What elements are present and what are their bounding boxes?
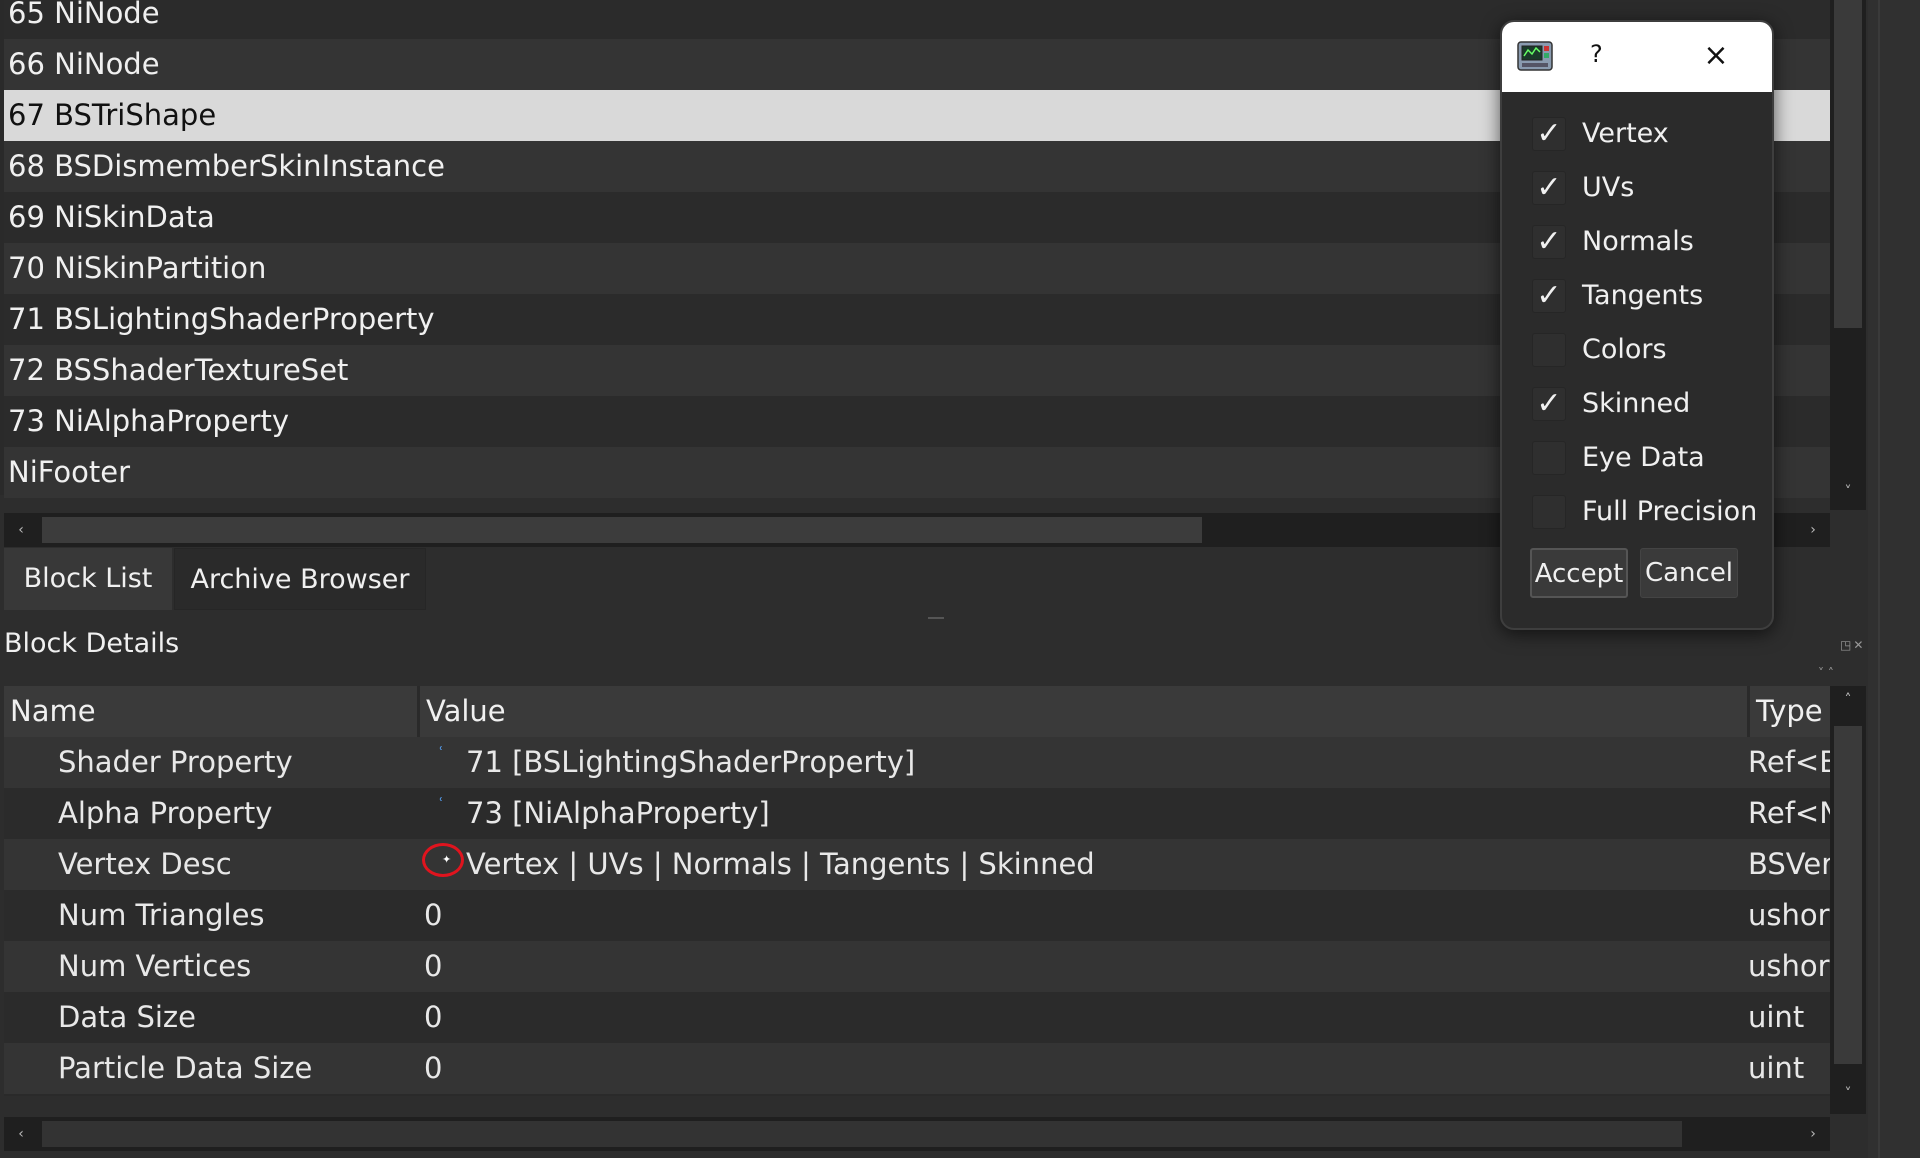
field-name: Particle Data Size: [58, 1051, 313, 1085]
field-name: Num Triangles: [58, 898, 265, 932]
field-type: ushort: [1748, 949, 1830, 983]
field-value[interactable]: 0: [424, 1043, 442, 1094]
option-label: Vertex: [1582, 118, 1669, 149]
details-vertical-scrollbar[interactable]: ˄ ˅: [1830, 686, 1866, 1114]
details-row[interactable]: Alpha Property ʿ 73 [NiAlphaProperty] Ref<N…: [4, 788, 1830, 839]
details-row[interactable]: Data Size 0 uint: [4, 992, 1830, 1043]
option-label: Tangents: [1582, 280, 1704, 311]
details-horizontal-scrollbar[interactable]: ‹ ›: [4, 1117, 1830, 1151]
scrollbar-thumb[interactable]: [42, 1121, 1682, 1147]
scroll-up-icon[interactable]: ˄: [1830, 692, 1866, 708]
details-row[interactable]: Shader Property ʿ 71 [BSLightingShaderProp…: [4, 737, 1830, 788]
option-checkbox-row[interactable]: ✓ Skinned: [1532, 384, 1762, 424]
field-type: BSVertexDesc: [1748, 847, 1830, 881]
tab-block-list[interactable]: Block List: [4, 548, 172, 610]
checkbox[interactable]: [1532, 495, 1566, 529]
checkbox[interactable]: ✓: [1532, 387, 1566, 421]
scroll-down-icon[interactable]: ˅: [1830, 484, 1866, 500]
option-label: Full Precision: [1582, 496, 1758, 527]
option-checkbox-row[interactable]: ✓ Normals: [1532, 222, 1762, 262]
option-label: Skinned: [1582, 388, 1691, 419]
link-reference-icon[interactable]: ʿ: [439, 797, 445, 811]
dialog-title: ?: [1590, 40, 1603, 68]
splitter-handle[interactable]: [928, 617, 944, 619]
option-label: Eye Data: [1582, 442, 1705, 473]
checkbox[interactable]: ✓: [1532, 279, 1566, 313]
scrollbar-thumb[interactable]: [42, 517, 1202, 543]
scroll-down-icon[interactable]: ˅: [1830, 1086, 1866, 1102]
scroll-left-icon[interactable]: ‹: [4, 1117, 38, 1151]
tab-archive-browser[interactable]: Archive Browser: [174, 548, 426, 610]
check-icon: ✓: [1536, 170, 1562, 205]
block-details-table: Name Value Type Shader Property ʿ 71 [BSLi…: [4, 686, 1830, 1096]
scrollbar-thumb[interactable]: [1834, 726, 1862, 1064]
check-icon: ✓: [1536, 278, 1562, 313]
checkbox[interactable]: [1532, 333, 1566, 367]
field-name: Shader Property: [58, 745, 293, 779]
checkbox[interactable]: ✓: [1532, 225, 1566, 259]
check-icon: ✓: [1536, 116, 1562, 151]
details-row[interactable]: Particle Data Size 0 uint: [4, 1043, 1830, 1094]
nifskope-app-icon: [1517, 41, 1553, 71]
annotation-circle: [422, 843, 464, 877]
column-header-type[interactable]: Type: [1750, 686, 1830, 737]
check-icon: ✓: [1536, 386, 1562, 421]
dialog-titlebar[interactable]: ? ×: [1502, 22, 1772, 92]
option-label: UVs: [1582, 172, 1635, 203]
link-reference-icon[interactable]: ʿ: [439, 746, 445, 760]
dock-float-close-icon[interactable]: ◳✕: [1840, 638, 1865, 652]
option-checkbox-row[interactable]: Colors: [1532, 330, 1762, 370]
field-name: Alpha Property: [58, 796, 273, 830]
column-header-name[interactable]: Name: [4, 686, 418, 737]
scroll-right-icon[interactable]: ›: [1796, 513, 1830, 547]
field-value[interactable]: 71 [BSLightingShaderProperty]: [466, 737, 915, 788]
cancel-button[interactable]: Cancel: [1640, 548, 1738, 598]
scroll-right-icon[interactable]: ›: [1796, 1117, 1830, 1151]
field-value[interactable]: 73 [NiAlphaProperty]: [466, 788, 770, 839]
close-icon: ×: [1703, 38, 1729, 73]
column-header-value[interactable]: Value: [420, 686, 1748, 737]
field-type: Ref<BSShaderProperty>: [1748, 745, 1830, 779]
field-name: Data Size: [58, 1000, 196, 1034]
field-type: uint: [1748, 1051, 1805, 1085]
field-value[interactable]: 0: [424, 992, 442, 1043]
scrollbar-thumb[interactable]: [1834, 0, 1862, 328]
block-details-title: Block Details: [4, 628, 180, 659]
option-checkbox-row[interactable]: Full Precision: [1532, 492, 1762, 532]
scroll-left-icon[interactable]: ‹: [4, 513, 38, 547]
render-viewport-edge: [1868, 0, 1920, 1158]
checkbox[interactable]: ✓: [1532, 117, 1566, 151]
field-value[interactable]: Vertex | UVs | Normals | Tangents | Skin…: [466, 839, 1095, 890]
option-label: Normals: [1582, 226, 1694, 257]
field-name: Vertex Desc: [58, 847, 232, 881]
details-row[interactable]: Num Triangles 0 ushort: [4, 890, 1830, 941]
field-value[interactable]: 0: [424, 890, 442, 941]
block-list-vertical-scrollbar[interactable]: ˅: [1830, 0, 1866, 510]
accept-button[interactable]: Accept: [1530, 548, 1628, 598]
field-type: Ref<NiAlphaProperty>: [1748, 796, 1830, 830]
check-icon: ✓: [1536, 224, 1562, 259]
field-value[interactable]: 0: [424, 941, 442, 992]
field-type: uint: [1748, 1000, 1805, 1034]
option-label: Colors: [1582, 334, 1667, 365]
field-name: Num Vertices: [58, 949, 252, 983]
field-type: ushort: [1748, 898, 1830, 932]
option-checkbox-row[interactable]: ✓ Tangents: [1532, 276, 1762, 316]
vertex-flags-dialog: ? × ✓ Vertex ✓ UVs ✓ Normals ✓ Tangents Colors ✓ S…: [1500, 20, 1774, 630]
checkbox[interactable]: ✓: [1532, 171, 1566, 205]
option-checkbox-row[interactable]: ✓ Vertex: [1532, 114, 1762, 154]
close-button[interactable]: ×: [1692, 32, 1740, 80]
details-row[interactable]: Num Vertices 0 ushort: [4, 941, 1830, 992]
divider: [1878, 0, 1880, 1158]
option-checkbox-row[interactable]: Eye Data: [1532, 438, 1762, 478]
collapse-arrows-icon[interactable]: ˅ ˄: [1818, 666, 1834, 680]
details-row[interactable]: Vertex Desc ✦ Vertex | UVs | Normals | Tan…: [4, 839, 1830, 890]
checkbox[interactable]: [1532, 441, 1566, 475]
option-checkbox-row[interactable]: ✓ UVs: [1532, 168, 1762, 208]
